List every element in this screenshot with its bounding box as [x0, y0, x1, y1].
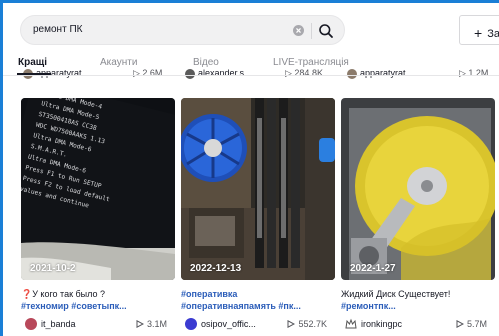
view-count-value: 3.1M — [146, 319, 167, 329]
tab-accounts[interactable]: Акаунти — [100, 57, 137, 68]
video-card-2[interactable]: 2022-12-13 #оперативка #оперативнаяпамят… — [181, 98, 335, 332]
play-icon — [287, 320, 296, 328]
search-icon[interactable] — [318, 23, 334, 39]
video-card-1[interactable]: Ultra DMA Mode-4Ultra DMA Mode-5ST350041… — [21, 98, 175, 332]
hard-disk-image — [341, 98, 495, 280]
video-thumbnail[interactable]: 2022-12-13 — [181, 98, 335, 280]
tabs-divider — [3, 75, 499, 76]
video-hashtags[interactable]: #техномир #советыпк... — [21, 300, 175, 312]
video-thumbnail[interactable]: 2022-1-27 — [341, 98, 495, 280]
video-hashtags[interactable]: #оперативнаяпамять #пк... — [181, 300, 335, 312]
author-name[interactable]: ironkingpc — [361, 319, 402, 329]
search-input[interactable]: ремонт ПК — [33, 24, 82, 35]
clear-search-icon[interactable] — [293, 25, 304, 36]
play-icon — [456, 320, 464, 328]
view-count-value: 5.7M — [466, 319, 487, 329]
upload-button[interactable]: + За — [459, 15, 499, 45]
video-caption: ❓У кого так было ? — [21, 289, 106, 299]
view-count: 3.1M — [136, 319, 167, 329]
view-count: 5.7M — [456, 319, 487, 329]
play-icon — [136, 320, 144, 328]
search-bar[interactable]: ремонт ПК — [20, 15, 345, 45]
top-header: ремонт ПК + За — [3, 3, 499, 53]
video-meta: osipov_offic... 552.7K — [181, 316, 335, 332]
author-name[interactable]: osipov_offic... — [201, 319, 256, 329]
tab-videos[interactable]: Відео — [193, 57, 219, 68]
video-thumbnail[interactable]: Ultra DMA Mode-4Ultra DMA Mode-5ST350041… — [21, 98, 175, 280]
search-tabs: Кращі Акаунти Відео LIVE-трансляція — [3, 53, 499, 75]
plus-icon: + — [474, 25, 483, 41]
video-caption: Жидкий Диск Существует! — [341, 289, 451, 299]
video-meta: it_banda 3.1M — [21, 316, 175, 332]
upload-label: За — [487, 28, 499, 40]
video-date: 2021-10-2 — [30, 263, 76, 274]
author-name[interactable]: it_banda — [41, 319, 76, 329]
motherboard-image — [181, 98, 335, 280]
video-hashtags[interactable]: #ремонтпк... — [341, 300, 495, 312]
video-caption[interactable]: #оперативка — [181, 288, 335, 300]
video-date: 2022-1-27 — [350, 263, 396, 274]
bios-screen-image: Ultra DMA Mode-4Ultra DMA Mode-5ST350041… — [21, 98, 175, 280]
search-divider — [311, 23, 312, 39]
video-card-3[interactable]: 2022-1-27 Жидкий Диск Существует! #ремон… — [341, 98, 495, 332]
video-date: 2022-12-13 — [190, 263, 242, 274]
tab-live[interactable]: LIVE-трансляція — [273, 57, 349, 68]
avatar[interactable] — [185, 318, 197, 330]
view-count-value: 552.7K — [298, 319, 327, 329]
crown-avatar-icon[interactable] — [345, 318, 357, 330]
tab-top[interactable]: Кращі — [18, 57, 47, 68]
video-meta: ironkingpc 5.7M — [341, 316, 495, 332]
view-count: 552.7K — [287, 319, 327, 329]
avatar[interactable] — [25, 318, 37, 330]
